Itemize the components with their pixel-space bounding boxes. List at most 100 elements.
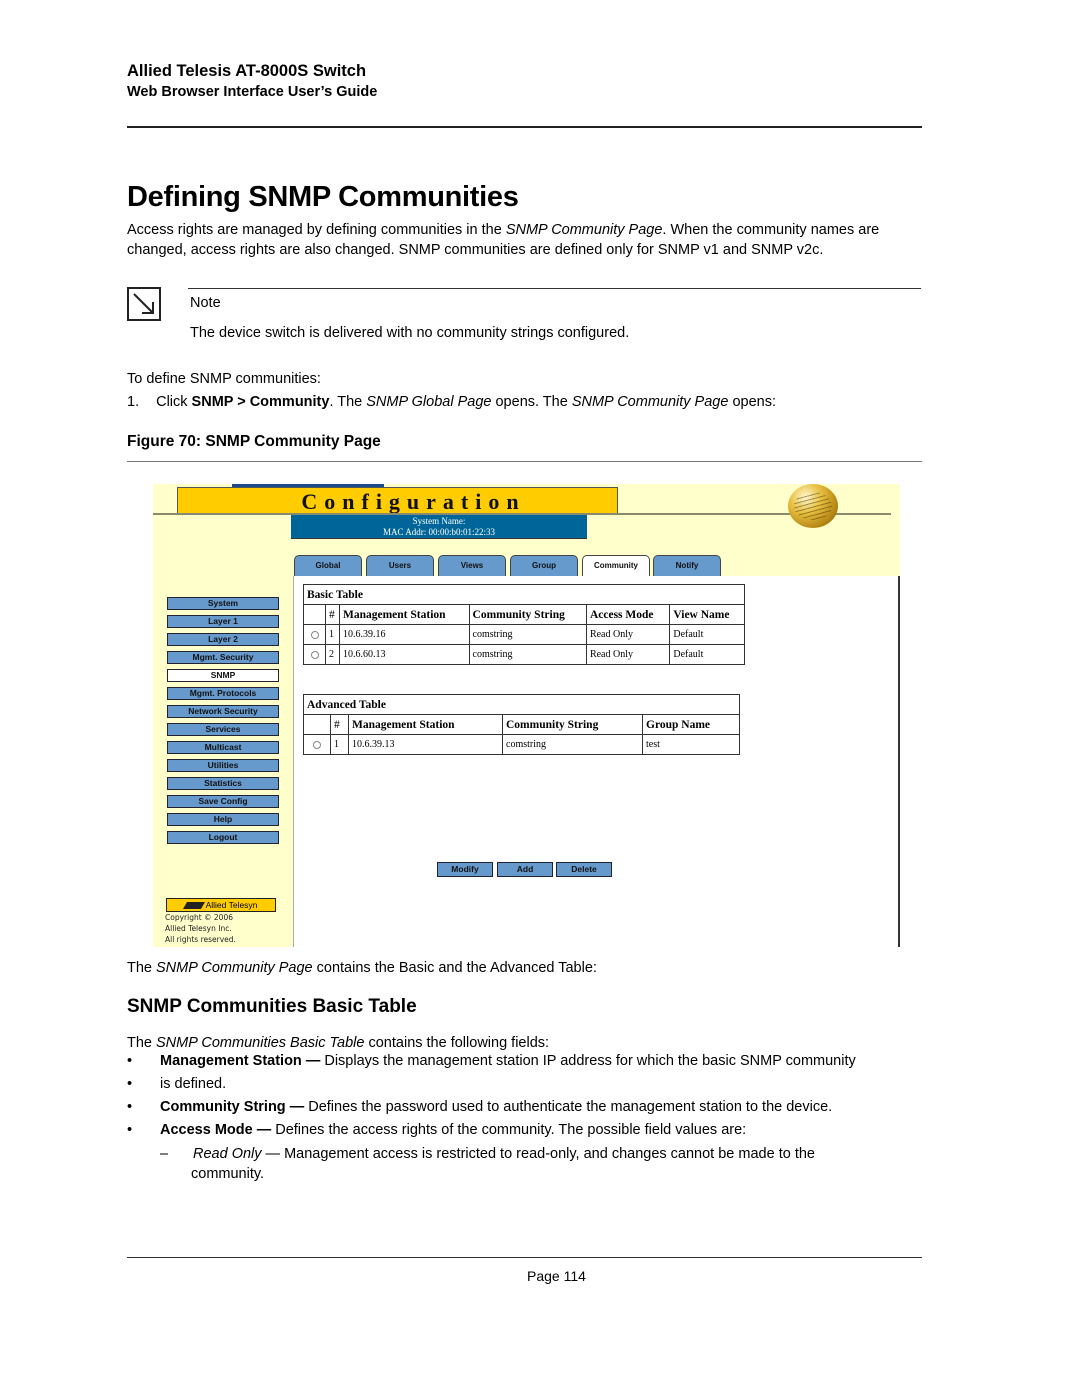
bullet-term: Management Station —	[160, 1053, 321, 1069]
row-select-radio[interactable]	[313, 740, 321, 749]
copyright-line: Allied Telesyn Inc.	[165, 924, 232, 933]
row-index: 2	[325, 644, 340, 665]
sidebar-item-layer1[interactable]: Layer 1	[167, 615, 279, 628]
sidebar-item-system[interactable]: System	[167, 597, 279, 610]
col-view-name: View Name	[669, 604, 745, 625]
bullet-dot: •	[127, 1099, 133, 1115]
italic-text: SNMP Communities Basic Table	[156, 1035, 365, 1051]
bullet-term: Community String —	[160, 1099, 305, 1115]
text: contains the following fields:	[364, 1035, 550, 1051]
allied-telesyn-logo: Allied Telesyn	[166, 898, 276, 912]
sidebar-item-logout[interactable]: Logout	[167, 831, 279, 844]
sidebar-item-snmp[interactable]: SNMP	[167, 669, 279, 682]
sidebar-item-save-config[interactable]: Save Config	[167, 795, 279, 808]
page-title: Defining SNMP Communities	[127, 181, 519, 213]
modify-button[interactable]: Modify	[437, 862, 493, 877]
sidebar-item-layer2[interactable]: Layer 2	[167, 633, 279, 646]
step-text: opens:	[728, 394, 777, 410]
row-select-radio[interactable]	[310, 630, 319, 639]
document-title: Allied Telesis AT-8000S Switch	[127, 62, 367, 80]
dash-marker: –	[160, 1146, 169, 1162]
snmp-community-screenshot: Configuration System Name: MAC Addr: 00:…	[153, 484, 900, 947]
community-string: comstring	[502, 734, 643, 755]
management-station: 10.6.39.13	[348, 734, 503, 755]
bullet-text: Displays the management station IP addre…	[320, 1053, 856, 1069]
tab-group[interactable]: Group	[510, 555, 578, 576]
mac-address: MAC Addr: 00:00:b0:01:22:33	[382, 527, 495, 537]
bullet-text: is defined.	[160, 1076, 227, 1092]
add-button[interactable]: Add	[497, 862, 553, 877]
bullet-dot: •	[127, 1122, 133, 1138]
view-name: Default	[669, 644, 745, 665]
col-access-mode: Access Mode	[585, 604, 671, 625]
text: The	[127, 960, 157, 976]
advanced-table-caption: Advanced Table	[303, 694, 740, 715]
sidebar-item-statistics[interactable]: Statistics	[167, 777, 279, 790]
bullet-term: Access Mode —	[160, 1122, 272, 1138]
col-management-station: Management Station	[348, 714, 503, 735]
note-divider	[188, 288, 921, 289]
table-row: 2 10.6.60.13 comstring Read Only Default	[303, 644, 745, 665]
basic-table-caption: Basic Table	[303, 584, 745, 605]
step-number: 1.	[127, 394, 140, 410]
row-select-radio[interactable]	[310, 650, 319, 659]
management-station: 10.6.60.13	[339, 644, 470, 665]
step-text: Click	[156, 394, 192, 410]
logo-text: Allied Telesyn	[205, 900, 258, 910]
note-arrow-icon	[127, 287, 161, 321]
sidebar-item-help[interactable]: Help	[167, 813, 279, 826]
bullet-text: Defines the access rights of the communi…	[271, 1122, 747, 1138]
access-mode: Read Only	[585, 644, 671, 665]
sidebar-item-services[interactable]: Services	[167, 723, 279, 736]
intro-paragraph: Access rights are managed by defining co…	[127, 220, 927, 260]
tab-community[interactable]: Community	[582, 555, 650, 577]
sidebar-item-network-security[interactable]: Network Security	[167, 705, 279, 718]
intro-text: Access rights are managed by defining co…	[127, 222, 506, 238]
after-figure-text: The SNMP Community Page contains the Bas…	[127, 958, 927, 978]
col-group-name: Group Name	[642, 714, 740, 735]
figure-caption: Figure 70: SNMP Community Page	[127, 433, 381, 450]
community-string: comstring	[468, 644, 587, 665]
step-italic: SNMP Community Page	[571, 394, 729, 410]
col-community-string: Community String	[468, 604, 587, 625]
sub-bullet-text: — Management access is restricted to rea…	[191, 1146, 815, 1182]
header-divider	[127, 126, 922, 128]
access-mode: Read Only	[585, 624, 671, 645]
col-index: #	[330, 714, 349, 735]
tab-notify[interactable]: Notify	[653, 555, 721, 576]
sidebar-item-utilities[interactable]: Utilities	[167, 759, 279, 772]
step-1: 1. Click SNMP > Community. The SNMP Globa…	[127, 392, 927, 412]
table-row: 1 10.6.39.13 comstring test	[303, 734, 740, 755]
table-row: 1 10.6.39.16 comstring Read Only Default	[303, 624, 745, 645]
step-text: opens. The	[491, 394, 572, 410]
note-label: Note	[190, 295, 221, 311]
delete-button[interactable]: Delete	[556, 862, 612, 877]
intro-italic: SNMP Community Page	[505, 222, 663, 238]
italic-text: SNMP Community Page	[156, 960, 313, 976]
note-text: The device switch is delivered with no c…	[190, 325, 630, 341]
management-station: 10.6.39.16	[339, 624, 470, 645]
system-info-box: System Name: MAC Addr: 00:00:b0:01:22:33	[291, 515, 587, 539]
at-logo-mark-icon	[182, 902, 205, 910]
sidebar-item-multicast[interactable]: Multicast	[167, 741, 279, 754]
section-heading: SNMP Communities Basic Table	[127, 996, 417, 1017]
row-index: 1	[325, 624, 340, 645]
step-italic: SNMP Global Page	[366, 394, 492, 410]
tab-global[interactable]: Global	[294, 555, 362, 576]
tab-users[interactable]: Users	[366, 555, 434, 576]
steps-intro: To define SNMP communities:	[127, 371, 321, 387]
system-name: System Name:	[412, 516, 466, 526]
community-string: comstring	[468, 624, 587, 645]
sidebar-item-mgmt-protocols[interactable]: Mgmt. Protocols	[167, 687, 279, 700]
document-subtitle: Web Browser Interface User’s Guide	[127, 84, 378, 100]
text: The	[127, 1035, 157, 1051]
configuration-banner: Configuration	[177, 487, 618, 514]
tab-views[interactable]: Views	[438, 555, 506, 576]
sub-bullet-term: Read Only	[193, 1146, 262, 1162]
banner-title: Configuration	[301, 489, 526, 514]
page-number: Page 114	[527, 1268, 586, 1284]
sidebar-item-mgmt-security[interactable]: Mgmt. Security	[167, 651, 279, 664]
view-name: Default	[669, 624, 745, 645]
globe-logo-icon	[788, 484, 838, 528]
col-community-string: Community String	[502, 714, 643, 735]
